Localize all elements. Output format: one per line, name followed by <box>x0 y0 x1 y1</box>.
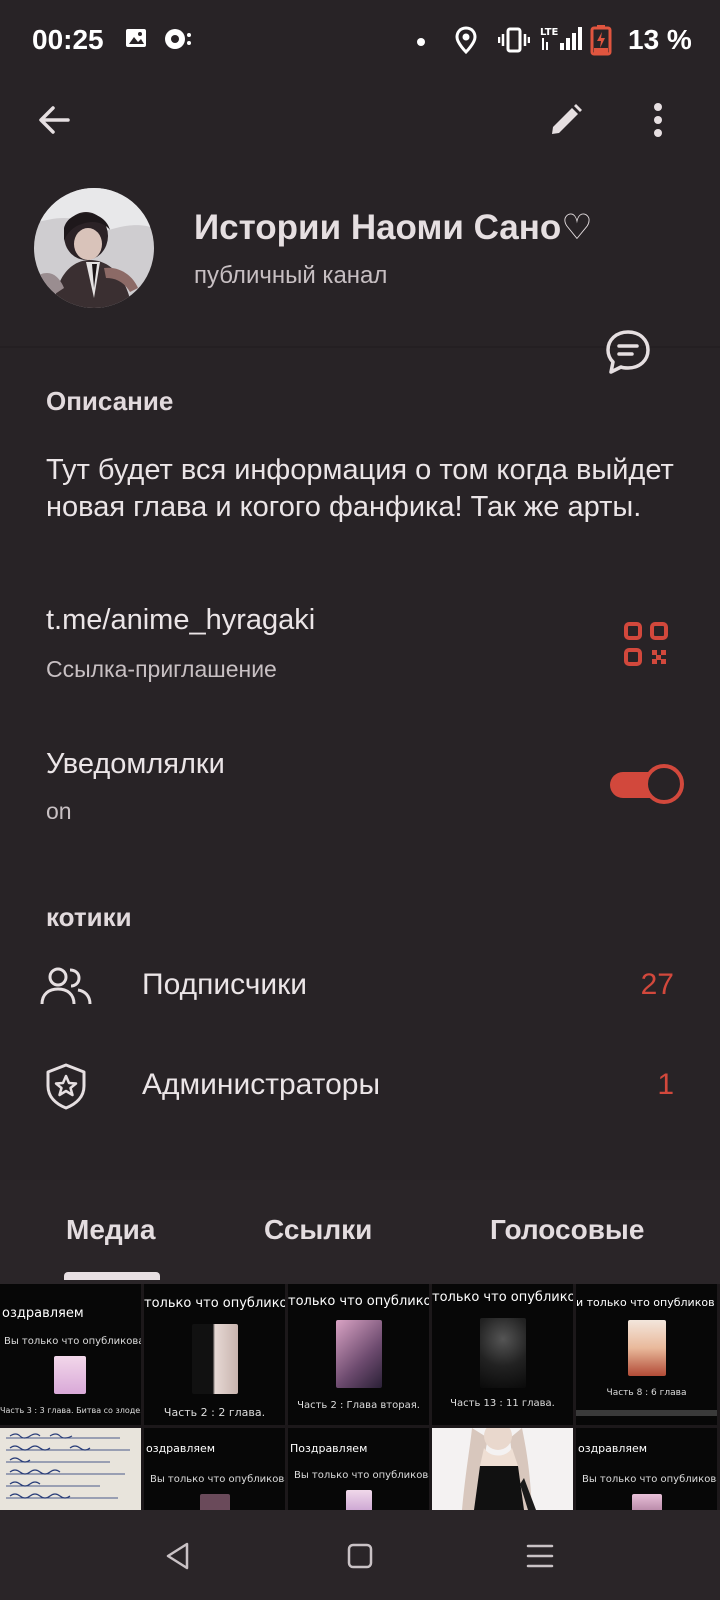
arrow-left-icon <box>39 106 70 134</box>
discussion-button[interactable] <box>574 322 682 382</box>
more-options-button[interactable] <box>630 92 686 148</box>
battery-charging-icon <box>590 24 612 61</box>
media-thumbnail <box>480 1318 526 1388</box>
channel-title: Истории Наоми Сано♡ <box>194 208 593 247</box>
invite-link[interactable]: t.me/anime_hyragaki <box>46 604 315 637</box>
chat-bubble-icon <box>606 330 650 374</box>
signal-icon: LTE <box>540 24 582 59</box>
media-item-scrollbar <box>576 1410 717 1416</box>
users-icon <box>40 962 92 1010</box>
svg-text:LTE: LTE <box>540 27 559 38</box>
back-button[interactable] <box>26 92 82 148</box>
media-thumbnail <box>632 1494 662 1510</box>
administrators-count: 1 <box>657 1068 674 1101</box>
tab-links[interactable]: Ссылки <box>264 1214 372 1246</box>
media-item[interactable]: Поздравляем Вы только что опубликовали <box>288 1428 429 1510</box>
description-label: Описание <box>46 386 174 416</box>
media-item-caption: Часть 2 : 2 глава. <box>163 1406 266 1419</box>
subscribers-row[interactable]: Подписчики 27 <box>0 946 720 1026</box>
media-item-header: только что опубликов <box>144 1296 285 1311</box>
status-bar: 00:25 LTE 13 % <box>0 0 720 82</box>
handwritten-note-image <box>6 1433 130 1499</box>
subscribers-count: 27 <box>640 968 674 1001</box>
active-tab-indicator <box>64 1272 160 1280</box>
tab-media[interactable]: Медиа <box>66 1214 155 1246</box>
media-item-subtitle: Вы только что опубликовали <box>582 1474 717 1485</box>
media-item[interactable]: только что опубликов Часть 2 : Глава вто… <box>288 1284 429 1425</box>
status-time: 00:25 <box>32 24 104 55</box>
media-item[interactable]: оздравляем Вы только что опубликовали <box>144 1428 285 1510</box>
nav-back-button[interactable] <box>150 1528 206 1584</box>
media-thumbnail <box>192 1324 238 1394</box>
media-item-subtitle: Вы только что опубликовали <box>150 1474 285 1485</box>
nav-recents-button[interactable] <box>512 1528 568 1584</box>
gallery-notification-icon <box>124 26 150 57</box>
tab-voice[interactable]: Голосовые <box>490 1214 644 1246</box>
media-thumbnail <box>346 1490 372 1510</box>
media-item[interactable]: оздравляем Вы только что опубликовали <box>576 1428 717 1510</box>
administrators-label: Администраторы <box>142 1068 381 1101</box>
description-text: Тут будет вся информация о том когда вый… <box>46 454 674 523</box>
pencil-icon <box>552 104 582 134</box>
media-item-caption: Часть 2 : Глава вторая. <box>297 1400 420 1411</box>
media-item[interactable]: только что опубликов Часть 2 : 2 глава. <box>144 1284 285 1425</box>
channel-type: публичный канал <box>194 262 388 289</box>
media-item[interactable]: только что опубликов Часть 13 : 11 глава… <box>432 1284 573 1425</box>
notifications-state: on <box>46 798 72 824</box>
more-vertical-icon <box>654 103 662 137</box>
media-item-caption: Часть 13 : 11 глава. <box>450 1398 555 1409</box>
media-item[interactable]: оздравляем Вы только что опубликовали Ча… <box>0 1284 141 1425</box>
notifications-toggle[interactable] <box>610 764 684 804</box>
illustration-image <box>462 1428 536 1510</box>
administrators-row[interactable]: Администраторы 1 <box>0 1046 720 1126</box>
shield-star-icon <box>40 1062 92 1110</box>
qr-code-button[interactable] <box>622 620 670 668</box>
media-item[interactable]: и только что опубликов Часть 8 : 6 глава <box>576 1284 717 1425</box>
nav-back-icon <box>166 1542 189 1570</box>
media-item-header: оздравляем <box>578 1442 648 1455</box>
invite-link-label: Ссылка-приглашение <box>46 656 277 682</box>
media-item-header: оздравляем <box>146 1442 216 1455</box>
dot-indicator-icon <box>416 34 426 52</box>
media-item-header: и только что опубликов <box>576 1296 715 1309</box>
qr-code-icon <box>624 622 668 666</box>
media-item-header: оздравляем <box>2 1306 84 1321</box>
avatar-image <box>34 188 154 308</box>
media-item-header: только что опубликов <box>432 1290 573 1305</box>
media-item[interactable] <box>0 1428 141 1510</box>
nav-home-button[interactable] <box>332 1528 388 1584</box>
section-label: котики <box>46 902 132 932</box>
media-item-header: Поздравляем <box>290 1442 368 1455</box>
media-thumbnail <box>54 1356 86 1394</box>
media-thumbnail <box>200 1494 230 1510</box>
media-thumbnail <box>336 1320 382 1388</box>
media-thumbnail <box>628 1320 666 1376</box>
media-item-subtitle: Вы только что опубликовали <box>294 1470 429 1481</box>
subscribers-label: Подписчики <box>142 968 308 1001</box>
media-item-caption: Часть 8 : 6 глава <box>606 1388 687 1398</box>
media-item-caption: Часть 3 : 3 глава. Битва со злодеями. <box>0 1406 141 1415</box>
battery-percent: 13 % <box>628 24 692 55</box>
location-icon <box>454 26 478 59</box>
media-item-header: только что опубликов <box>288 1294 429 1309</box>
notifications-title: Уведомлялки <box>46 748 225 780</box>
nav-home-icon <box>347 1543 373 1569</box>
media-item-subtitle: Вы только что опубликовали <box>4 1336 141 1347</box>
toggle-knob <box>644 764 684 804</box>
channel-avatar[interactable] <box>34 188 154 308</box>
media-notification-icon <box>162 26 194 57</box>
media-grid: оздравляем Вы только что опубликовали Ча… <box>0 1284 720 1510</box>
edit-button[interactable] <box>538 92 594 148</box>
system-navigation-bar <box>0 1510 720 1600</box>
vibrate-icon <box>497 26 531 59</box>
nav-recents-icon <box>526 1544 554 1568</box>
media-item[interactable] <box>432 1428 573 1510</box>
